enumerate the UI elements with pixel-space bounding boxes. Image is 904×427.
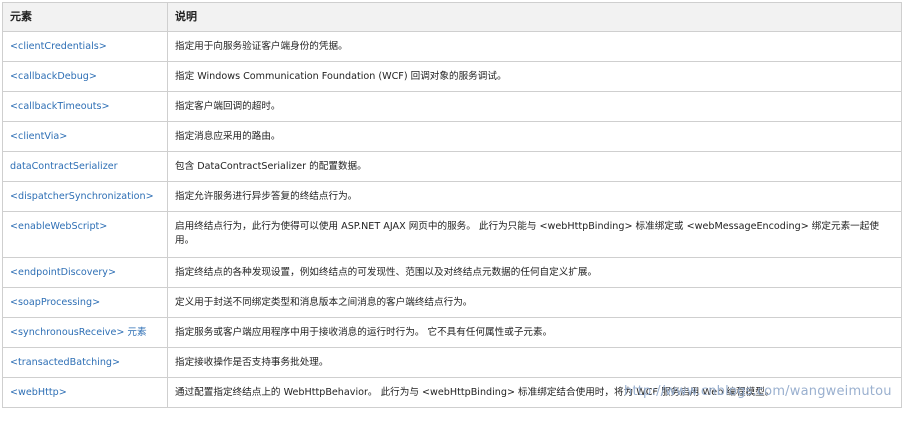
watermark: http://www.cnblogs.com/wangweimutou (624, 384, 892, 399)
elements-table: 元素 说明 <clientCredentials> 指定用于向服务验证客户端身份… (2, 2, 902, 408)
element-link[interactable]: <clientCredentials> (2, 31, 168, 62)
element-link[interactable]: <callbackDebug> (2, 61, 168, 92)
element-description: 指定服务或客户端应用程序中用于接收消息的运行时行为。 它不具有任何属性或子元素。 (167, 317, 902, 348)
element-link[interactable]: <webHttp> (2, 377, 168, 408)
header-element: 元素 (2, 2, 168, 32)
element-description: 指定终结点的各种发现设置，例如终结点的可发现性、范围以及对终结点元数据的任何自定… (167, 257, 902, 288)
table-row: <soapProcessing> 定义用于封送不同绑定类型和消息版本之间消息的客… (2, 287, 902, 318)
table-row: <clientCredentials> 指定用于向服务验证客户端身份的凭据。 (2, 31, 902, 62)
element-link[interactable]: <dispatcherSynchronization> (2, 181, 168, 212)
element-link[interactable]: <soapProcessing> (2, 287, 168, 318)
table-row: <callbackTimeouts> 指定客户端回调的超时。 (2, 91, 902, 122)
page: 元素 说明 <clientCredentials> 指定用于向服务验证客户端身份… (0, 0, 904, 427)
element-description: 定义用于封送不同绑定类型和消息版本之间消息的客户端终结点行为。 (167, 287, 902, 318)
table-row: <dispatcherSynchronization> 指定允许服务进行异步答复… (2, 181, 902, 212)
table-row: dataContractSerializer 包含 DataContractSe… (2, 151, 902, 182)
element-description: 指定允许服务进行异步答复的终结点行为。 (167, 181, 902, 212)
element-description: 启用终结点行为，此行为使得可以使用 ASP.NET AJAX 网页中的服务。 此… (167, 211, 902, 258)
element-link[interactable]: <endpointDiscovery> (2, 257, 168, 288)
table-row: <synchronousReceive> 元素 指定服务或客户端应用程序中用于接… (2, 317, 902, 348)
table-row: <transactedBatching> 指定接收操作是否支持事务批处理。 (2, 347, 902, 378)
element-description: 指定客户端回调的超时。 (167, 91, 902, 122)
element-description: 指定 Windows Communication Foundation (WCF… (167, 61, 902, 92)
table-row: <clientVia> 指定消息应采用的路由。 (2, 121, 902, 152)
element-description: 指定接收操作是否支持事务批处理。 (167, 347, 902, 378)
element-link[interactable]: dataContractSerializer (2, 151, 168, 182)
element-link[interactable]: <synchronousReceive> 元素 (2, 317, 168, 348)
element-link[interactable]: <transactedBatching> (2, 347, 168, 378)
table-row: <endpointDiscovery> 指定终结点的各种发现设置，例如终结点的可… (2, 257, 902, 288)
table-header-row: 元素 说明 (2, 2, 902, 32)
table-row: <enableWebScript> 启用终结点行为，此行为使得可以使用 ASP.… (2, 211, 902, 258)
element-description: 指定用于向服务验证客户端身份的凭据。 (167, 31, 902, 62)
element-link[interactable]: <enableWebScript> (2, 211, 168, 258)
element-link[interactable]: <callbackTimeouts> (2, 91, 168, 122)
table-row: <callbackDebug> 指定 Windows Communication… (2, 61, 902, 92)
element-link[interactable]: <clientVia> (2, 121, 168, 152)
element-description: 指定消息应采用的路由。 (167, 121, 902, 152)
element-description: 包含 DataContractSerializer 的配置数据。 (167, 151, 902, 182)
header-description: 说明 (167, 2, 902, 32)
